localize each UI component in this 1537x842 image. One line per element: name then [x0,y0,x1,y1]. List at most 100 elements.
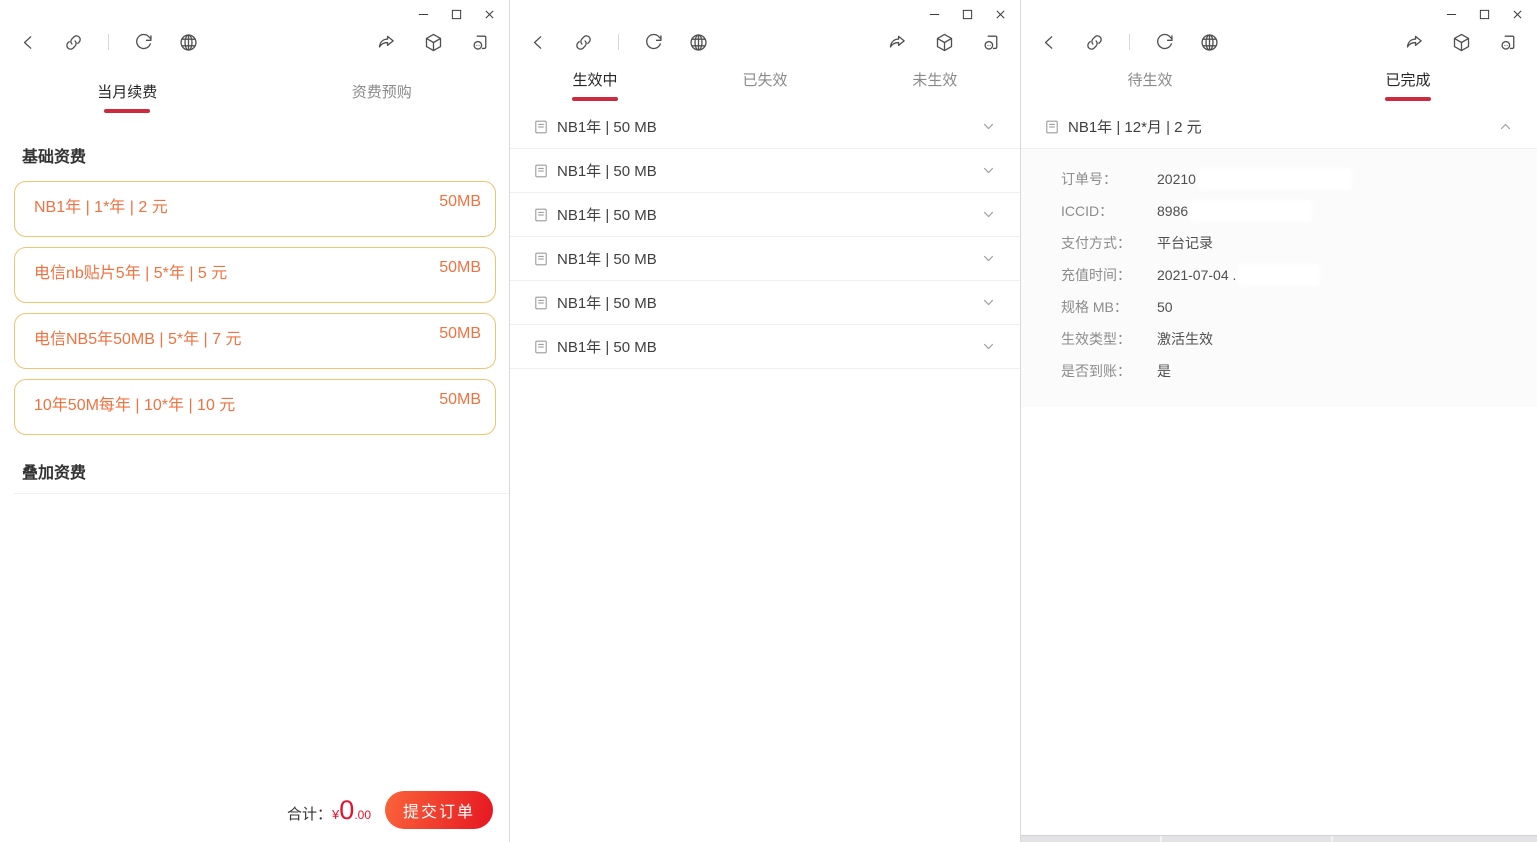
link-icon[interactable] [1084,32,1105,53]
order-item-title: NB1年 | 50 MB [557,339,657,356]
minimize-icon[interactable] [929,9,940,20]
section-title-basic-fee: 基础资费 [22,149,87,166]
section-title-addon-fee: 叠加资费 [22,465,87,482]
detail-value: 是 [1157,363,1171,379]
globe-icon[interactable] [688,32,709,53]
order-list-item[interactable]: NB1年 | 50 MB [510,105,1020,149]
detail-row-effect-type: 生效类型： 激活生效 [1061,323,1513,355]
miniprogram-cube-icon[interactable] [1451,32,1472,53]
miniprogram-cube-icon[interactable] [423,32,444,53]
share-icon[interactable] [1404,32,1425,53]
redaction-mask [1240,266,1319,284]
float-window-icon[interactable] [470,32,491,53]
refresh-icon[interactable] [133,32,154,53]
toolbar-left-group [18,32,199,53]
chevron-down-icon [983,343,994,350]
toolbar [1021,22,1537,62]
toolbar-left-group [1039,32,1220,53]
float-window-icon[interactable] [1498,32,1519,53]
toolbar-divider [108,34,109,50]
tab-not-effective[interactable]: 未生效 [850,70,1020,101]
expanded-order-item[interactable]: NB1年 | 12*月 | 2 元 [1021,105,1537,149]
submit-order-button[interactable]: 提交订单 [385,791,493,829]
share-icon[interactable] [887,32,908,53]
order-list-item[interactable]: NB1年 | 50 MB [510,281,1020,325]
fee-card-title: 10年50M每年 | 10*年 | 10 元 [34,397,236,414]
link-icon[interactable] [63,32,84,53]
total-label: 合计： [287,805,333,823]
taskbar-strip [1021,835,1537,842]
close-icon[interactable] [995,9,1006,20]
tab-fee-prepurchase[interactable]: 资费预购 [255,82,510,113]
order-list-item[interactable]: NB1年 | 50 MB [510,237,1020,281]
maximize-icon[interactable] [1479,9,1490,20]
detail-label: 订单号： [1061,171,1117,187]
close-icon[interactable] [484,9,495,20]
order-list-item[interactable]: NB1年 | 50 MB [510,193,1020,237]
tab-bar: 待生效 已完成 [1021,70,1537,101]
order-item-title: NB1年 | 50 MB [557,207,657,224]
detail-label: 支付方式： [1061,235,1131,251]
titlebar [510,0,1020,22]
fee-card[interactable]: 电信nb贴片5年 | 5*年 | 5 元 50MB [14,247,496,303]
globe-icon[interactable] [1199,32,1220,53]
chevron-up-icon [1500,123,1511,130]
miniprogram-cube-icon[interactable] [934,32,955,53]
detail-label: 生效类型： [1061,331,1131,347]
fee-card[interactable]: NB1年 | 1*年 | 2 元 50MB [14,181,496,237]
refresh-icon[interactable] [643,32,664,53]
tab-current-month-renewal[interactable]: 当月续费 [0,82,255,113]
detail-value: 50 [1157,299,1173,315]
detail-row-order-number: 订单号： 20210 [1061,163,1513,195]
tab-pending-effect[interactable]: 待生效 [1021,70,1279,101]
fee-card[interactable]: 10年50M每年 | 10*年 | 10 元 50MB [14,379,496,435]
document-icon [535,164,547,177]
link-icon[interactable] [573,32,594,53]
titlebar [1021,0,1537,22]
refresh-icon[interactable] [1154,32,1175,53]
toolbar [0,22,509,62]
tab-bar: 生效中 已失效 未生效 [510,70,1020,101]
order-list-item[interactable]: NB1年 | 50 MB [510,149,1020,193]
minimize-icon[interactable] [1446,9,1457,20]
detail-value: 20210 [1157,170,1350,188]
fee-card[interactable]: 电信NB5年50MB | 5*年 | 7 元 50MB [14,313,496,369]
detail-value: 8986 [1157,202,1311,220]
document-icon [535,120,547,133]
tab-completed[interactable]: 已完成 [1279,70,1537,101]
chevron-down-icon [983,255,994,262]
redaction-mask [1199,170,1350,188]
back-icon[interactable] [1039,32,1060,53]
fee-card-list: NB1年 | 1*年 | 2 元 50MB 电信nb贴片5年 | 5*年 | 5… [14,181,496,435]
detail-row-iccid: ICCID： 8986 [1061,195,1513,227]
tab-label: 已完成 [1385,72,1431,89]
detail-row-credited: 是否到账： 是 [1061,355,1513,387]
maximize-icon[interactable] [962,9,973,20]
fee-card-quota: 50MB [439,193,481,210]
toolbar-left-group [528,32,709,53]
toolbar-divider [1129,34,1130,50]
detail-value: 平台记录 [1157,235,1213,251]
tab-in-effect[interactable]: 生效中 [510,70,680,101]
globe-icon[interactable] [178,32,199,53]
tab-underline [571,97,618,101]
fee-card-title: NB1年 | 1*年 | 2 元 [34,199,168,216]
back-icon[interactable] [528,32,549,53]
share-icon[interactable] [376,32,397,53]
order-item-title: NB1年 | 50 MB [557,251,657,268]
order-list-item[interactable]: NB1年 | 50 MB [510,325,1020,369]
back-icon[interactable] [18,32,39,53]
tab-expired[interactable]: 已失效 [680,70,850,101]
tab-label: 待生效 [1127,72,1173,89]
toolbar-right-group [376,32,491,53]
section-divider [14,493,509,494]
float-window-icon[interactable] [981,32,1002,53]
document-icon [535,208,547,221]
close-icon[interactable] [1512,9,1523,20]
tab-label: 当月续费 [97,84,158,101]
minimize-icon[interactable] [418,9,429,20]
fee-card-title: 电信nb贴片5年 | 5*年 | 5 元 [34,265,228,282]
titlebar [0,0,509,22]
document-icon [535,252,547,265]
maximize-icon[interactable] [451,9,462,20]
